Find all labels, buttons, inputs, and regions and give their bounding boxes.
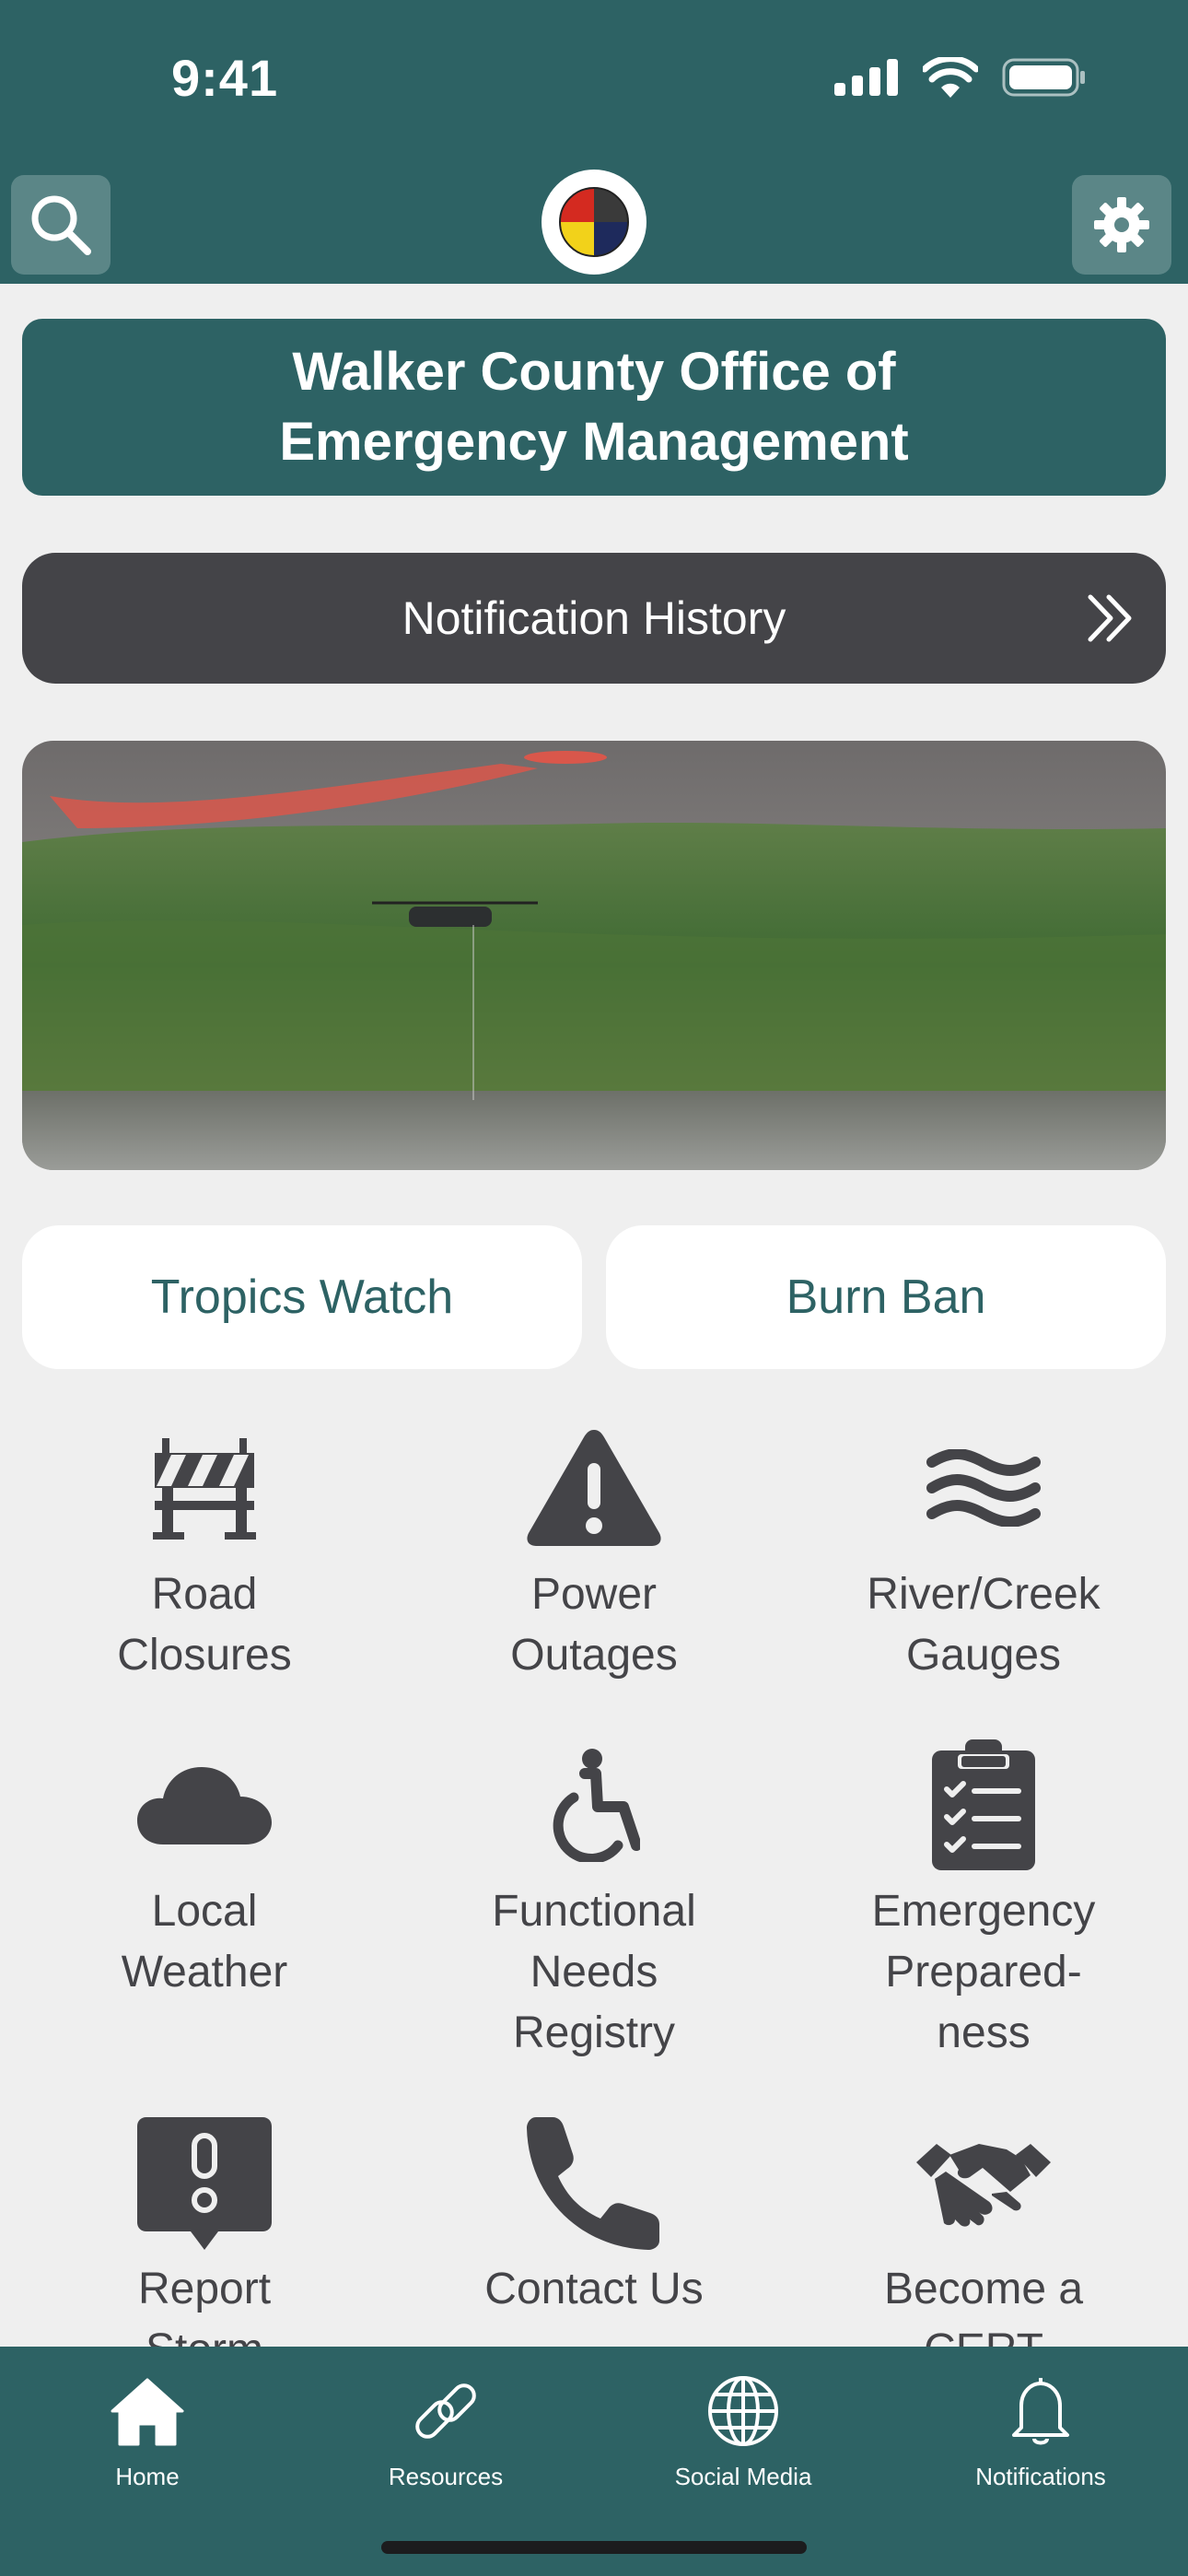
tab-notifications-label: Notifications [975,2463,1106,2490]
burn-ban-label: Burn Ban [786,1270,986,1324]
grid-item-label: Local Weather [121,1887,288,1996]
wifi-icon [923,57,978,98]
grid-item-local-weather[interactable]: Local Weather [11,1736,398,2003]
grid-item-label: River/Creek Gauges [867,1570,1101,1680]
bell-icon [1012,2378,1069,2445]
hero-image [22,741,1166,1170]
search-button[interactable] [11,175,111,275]
search-icon [31,195,91,255]
grid-item-power-outages[interactable]: Power Outages [401,1419,787,1686]
wheelchair-icon [553,1749,640,1862]
grid-item-report-storm[interactable]: Report Storm [11,2113,398,2381]
notification-history-label: Notification History [402,592,786,644]
tropics-watch-label: Tropics Watch [150,1270,454,1324]
gear-icon [1094,197,1149,252]
tab-home[interactable]: Home [9,2365,285,2491]
signal-icon [834,59,898,96]
tab-home-label: Home [115,2463,180,2490]
tab-resources-label: Resources [388,2463,504,2490]
double-chevron-right-icon [1088,594,1132,642]
settings-button[interactable] [1072,175,1171,275]
link-icon [415,2383,476,2439]
grid-item-river-creek-gauges[interactable]: River/Creek Gauges [790,1419,1177,1686]
tropics-watch-button[interactable]: Tropics Watch [22,1225,582,1369]
grid-item-become-a-cert[interactable]: Become a CERT [790,2113,1177,2381]
handshake-icon [916,2144,1051,2227]
tab-resources[interactable]: Resources [308,2365,584,2491]
tab-social-media[interactable]: Social Media [605,2365,881,2491]
notification-history-button[interactable]: Notification History [22,553,1166,684]
grid-item-label: Power Outages [510,1570,678,1680]
agency-logo [542,170,646,275]
battery-icon [1002,58,1085,97]
grid-item-label: Functional Needs Registry [492,1887,696,2057]
status-time: 9:41 [171,49,279,107]
cloud-icon [137,1767,272,1844]
warning-icon [527,1430,661,1546]
home-icon [111,2378,184,2446]
title-banner: Walker County Office of Emergency Manage… [22,319,1166,496]
grid-item-label: Emergency Prepared- ness [871,1887,1096,2057]
app-header: 9:41 [0,0,1188,284]
tab-notifications[interactable]: Notifications [903,2365,1179,2491]
title-line-2: Emergency Management [279,412,909,472]
status-icons [834,57,1087,98]
grid-item-label: Road Closures [117,1570,292,1680]
water-icon [926,1449,1041,1527]
home-indicator [381,2541,807,2554]
tab-social-media-label: Social Media [674,2463,812,2490]
clipboard-icon [932,1739,1035,1870]
grid-item-label: Contact Us [484,2265,704,2313]
phone-icon [527,2117,659,2250]
globe-icon [708,2376,778,2446]
barricade-icon [153,1438,256,1540]
grid-item-functional-needs-registry[interactable]: Functional Needs Registry [401,1736,787,2064]
grid-item-emergency-preparedness[interactable]: Emergency Prepared- ness [790,1736,1177,2064]
title-line-1: Walker County Office of [292,342,896,402]
burn-ban-button[interactable]: Burn Ban [606,1225,1166,1369]
report-icon [137,2117,272,2250]
grid-item-contact-us[interactable]: Contact Us [401,2113,787,2320]
grid-item-road-closures[interactable]: Road Closures [11,1419,398,1686]
